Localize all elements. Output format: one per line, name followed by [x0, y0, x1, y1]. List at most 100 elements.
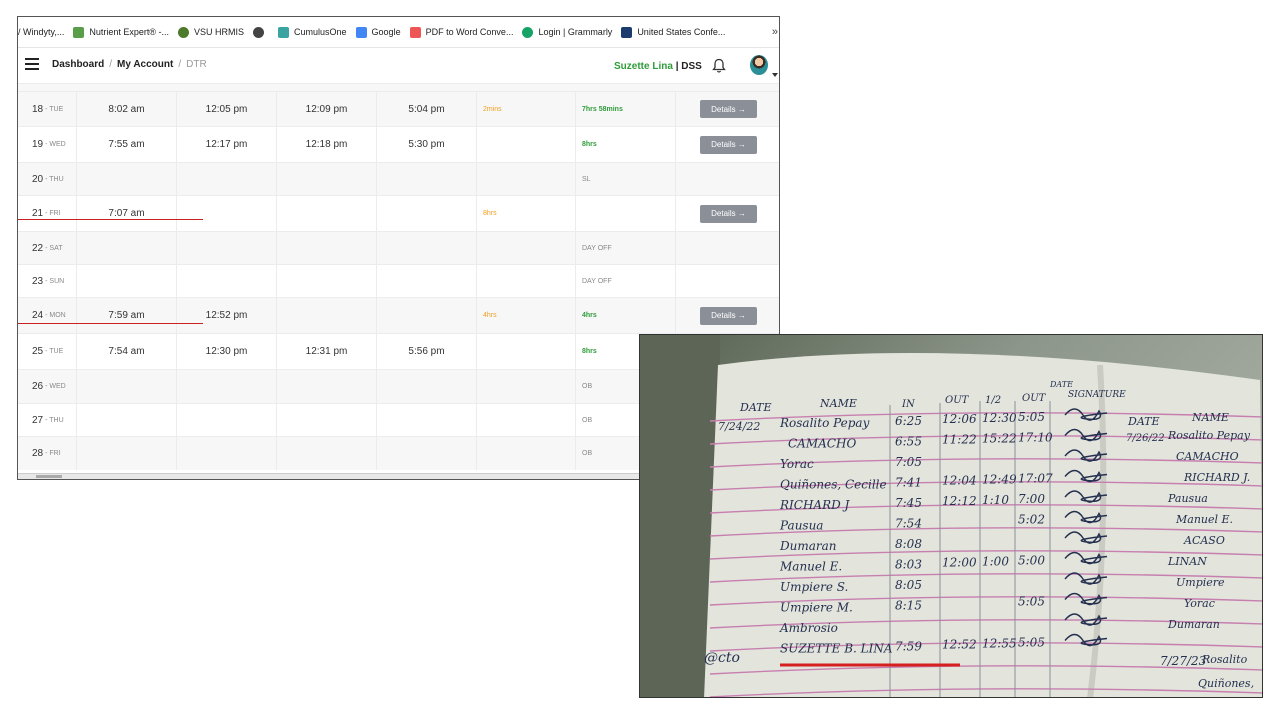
user-display: Suzette Lina | DSS	[614, 61, 702, 72]
logbook-entry-time: 5:05	[1018, 410, 1045, 424]
details-button[interactable]: Details →	[700, 100, 757, 118]
logbook-header-out2: OUT	[1022, 393, 1047, 404]
bookmark-item[interactable]: VSU HRMIS	[178, 26, 244, 38]
breadcrumb-current: DTR	[186, 59, 207, 70]
logbook-right-header-date: DATE	[1127, 415, 1160, 428]
time-out-pm: 5:30 pm	[408, 139, 445, 150]
logbook-right-name: Yorac	[1184, 597, 1215, 610]
menu-icon[interactable]	[25, 58, 39, 70]
time-out-pm: 5:04 pm	[408, 103, 445, 115]
user-separator: |	[675, 61, 679, 72]
logbook-entry-time: 12:55	[982, 637, 1017, 651]
bookmark-item[interactable]: PDF to Word Conve...	[409, 26, 513, 38]
breadcrumb-my-account[interactable]: My Account	[117, 59, 173, 70]
bookmark-item[interactable]	[253, 26, 269, 38]
logbook-entry-time: 12:04	[942, 474, 977, 488]
day-number: 28	[32, 448, 44, 459]
logbook-entry-time: 1:00	[982, 555, 1009, 569]
bookmarks-bar: / Windyty,... Nutrient Expert® -... VSU HR…	[18, 17, 779, 48]
logbook-entry-time: 7:41	[895, 476, 922, 490]
weekday-label: - TUE	[45, 348, 64, 355]
chevron-down-icon[interactable]	[772, 73, 778, 77]
bookmark-label: Google	[371, 27, 401, 37]
bookmark-item[interactable]: Google	[355, 26, 401, 38]
logbook-header-date-top: DATE	[1049, 380, 1073, 389]
logbook-entry-time: 12:30	[982, 411, 1017, 425]
time-in-pm: 12:09 pm	[305, 103, 348, 115]
weekday-label: - WED	[45, 141, 66, 148]
table-row: 22- SAT DAY OFF	[18, 231, 779, 264]
late-undertime: 8hrs	[483, 210, 497, 217]
bookmark-item[interactable]: Nutrient Expert® -...	[73, 26, 169, 38]
total-hours: 7hrs 58mins	[582, 105, 623, 113]
bookmark-label: CumulusOne	[294, 27, 347, 37]
bookmark-item[interactable]: CumulusOne	[278, 26, 347, 38]
logbook-entry-time: 17:10	[1018, 431, 1053, 445]
plant-icon	[73, 26, 85, 38]
logbook-right-name: Manuel E.	[1175, 513, 1233, 526]
bookmark-item[interactable]: / Windyty,...	[18, 27, 64, 37]
bookmark-item[interactable]: United States Confe...	[621, 26, 725, 38]
logbook-entry-time: 5:02	[1018, 513, 1045, 527]
weekday-label: - MON	[45, 312, 66, 319]
weekday-name: WED	[49, 383, 66, 390]
logbook-entry-time: 11:22	[942, 433, 977, 447]
google-icon	[355, 26, 367, 38]
cloud-icon	[278, 26, 290, 38]
logbook-entry-time: 6:55	[895, 435, 922, 449]
total-hours: 8hrs	[582, 348, 597, 355]
conference-icon	[621, 26, 633, 38]
logbook-entry-time: 15:22	[982, 432, 1017, 446]
logbook-header-signature: SIGNATURE	[1068, 390, 1126, 400]
total-hours: OB	[582, 383, 593, 390]
table-row: 23- SUN DAY OFF	[18, 264, 779, 297]
weekday-label: - TUE	[45, 105, 64, 113]
bookmark-item[interactable]: Login | Grammarly	[522, 26, 612, 38]
logbook-right-name: Pausua	[1167, 492, 1208, 505]
logbook-right-name: Quiñones,	[1198, 677, 1254, 690]
day-number: 25	[32, 346, 44, 357]
details-button[interactable]: Details →	[700, 204, 757, 223]
logbook-entry-time: 1:10	[982, 493, 1009, 507]
logbook-right-date: 7/26/22	[1126, 433, 1165, 444]
bell-icon[interactable]	[712, 58, 726, 74]
logbook-right-name: CAMACHO	[1176, 450, 1239, 463]
details-button[interactable]: Details →	[700, 306, 757, 325]
logbook-right-name: Rosalito Pepay	[1167, 429, 1251, 442]
logbook-right-date: 7/27/23	[1160, 654, 1207, 668]
time-out-am: 12:05 pm	[205, 103, 248, 115]
logbook-entry-time: 12:49	[982, 473, 1017, 487]
weekday-label: - THU	[45, 416, 64, 424]
logbook-header-in2: 1/2	[985, 395, 1001, 406]
logbook-entry-time: 8:15	[895, 599, 922, 613]
logbook-entry-time: 7:00	[1018, 492, 1045, 506]
logbook-header-out: OUT	[945, 395, 970, 406]
weekday-label: - FRI	[45, 450, 61, 457]
logbook-entry-name: Rosalito Pepay	[779, 416, 870, 430]
total-hours: DAY OFF	[582, 244, 612, 252]
breadcrumb-dashboard[interactable]: Dashboard	[52, 59, 104, 70]
logbook-right-name: RICHARD J.	[1183, 471, 1250, 484]
total-hours: 4hrs	[582, 312, 597, 319]
avatar[interactable]	[750, 55, 768, 75]
time-in-am: 7:59 am	[108, 310, 145, 321]
bookmark-label: Nutrient Expert® -...	[89, 27, 169, 37]
grammarly-icon	[522, 26, 534, 38]
weekday-name: THU	[49, 416, 64, 424]
late-undertime: 2mins	[483, 105, 502, 113]
logbook-drawing: DATE NAME IN OUT 1/2 OUT SIGNATUREDATE7/24/22@…	[640, 335, 1262, 697]
logbook-prefix: @cto	[704, 650, 740, 666]
user-department: DSS	[681, 61, 702, 72]
weekday-name: SAT	[49, 244, 63, 252]
weekday-label: - SUN	[45, 277, 65, 285]
logbook-entry-time: 8:05	[895, 578, 922, 592]
day-number: 20	[32, 173, 44, 185]
day-number: 22	[32, 242, 44, 254]
logbook-header-in: IN	[901, 399, 916, 410]
day-number: 24	[32, 310, 44, 321]
bookmarks-overflow-button[interactable]: »	[772, 26, 778, 38]
logbook-entry-time: 7:54	[895, 517, 922, 531]
details-button[interactable]: Details →	[700, 135, 757, 154]
time-in-am: 7:54 am	[108, 346, 145, 357]
day-number: 18	[32, 103, 44, 115]
